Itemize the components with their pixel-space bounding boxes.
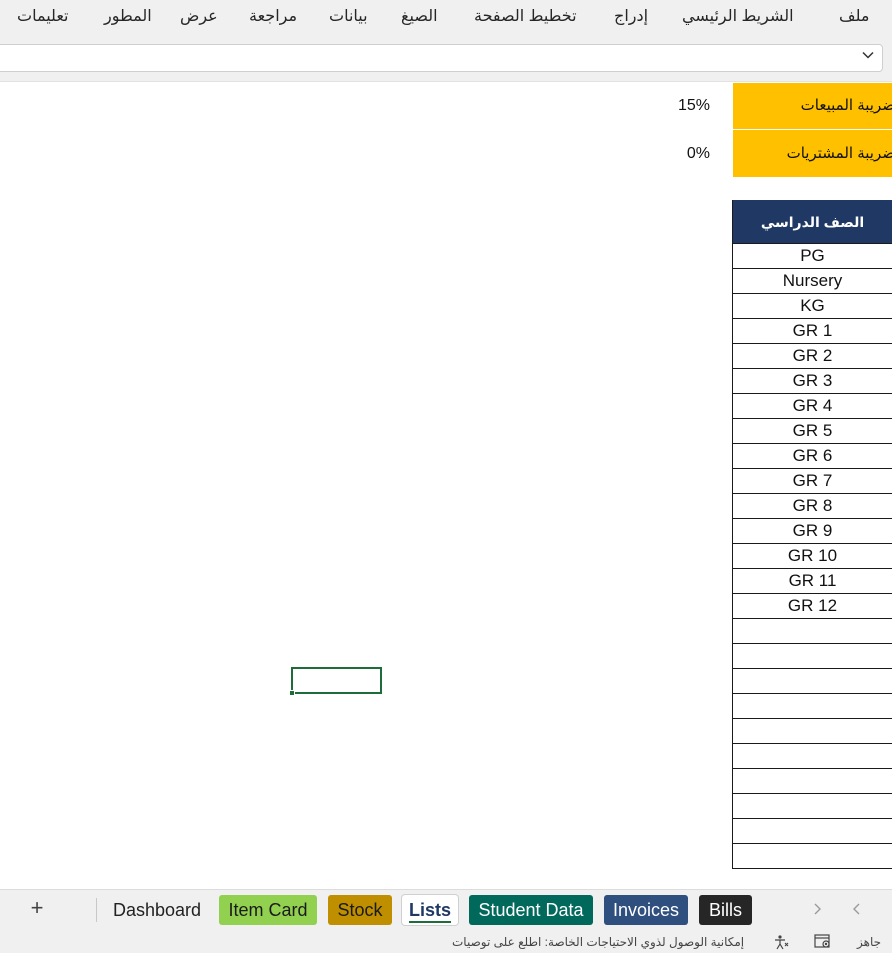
- grade-cell[interactable]: [733, 794, 892, 819]
- tab-divider: [96, 898, 97, 922]
- grade-cell[interactable]: [733, 694, 892, 719]
- tab-lists[interactable]: Lists: [402, 895, 458, 925]
- formula-bar: [0, 38, 892, 82]
- tab-page-layout[interactable]: تخطيط الصفحة: [474, 6, 577, 26]
- add-sheet-button[interactable]: +: [26, 896, 48, 922]
- tab-insert[interactable]: إدراج: [614, 6, 648, 26]
- tab-home[interactable]: الشريط الرئيسي: [682, 6, 794, 26]
- grade-column: الصف الدراسي PG Nursery KG GR 1 GR 2 GR 3 GR 4…: [732, 200, 892, 869]
- accessibility-icon[interactable]: [772, 934, 790, 950]
- grade-cell[interactable]: GR 4: [733, 394, 892, 419]
- chevron-left-icon[interactable]: [848, 900, 866, 918]
- tab-stock[interactable]: Stock: [328, 895, 392, 925]
- tab-item-card[interactable]: Item Card: [219, 895, 317, 925]
- ready-status: جاهز: [857, 935, 882, 949]
- tab-data[interactable]: بيانات: [329, 6, 368, 26]
- grade-cell[interactable]: GR 1: [733, 319, 892, 344]
- active-cell[interactable]: [291, 667, 382, 694]
- grade-cell[interactable]: [733, 819, 892, 844]
- grade-column-header[interactable]: الصف الدراسي: [733, 200, 892, 244]
- grade-cell[interactable]: GR 6: [733, 444, 892, 469]
- grade-cell[interactable]: [733, 744, 892, 769]
- grade-cell[interactable]: GR 2: [733, 344, 892, 369]
- grade-cell[interactable]: [733, 719, 892, 744]
- chevron-right-icon[interactable]: [808, 900, 826, 918]
- purchase-tax-label: ضريبة المشتريات: [733, 130, 892, 177]
- tab-invoices[interactable]: Invoices: [604, 895, 688, 925]
- grade-cell[interactable]: GR 9: [733, 519, 892, 544]
- grade-cell[interactable]: PG: [733, 244, 892, 269]
- sales-tax-label: ضريبة المبيعات: [733, 83, 892, 129]
- grade-cell[interactable]: [733, 644, 892, 669]
- grade-cell[interactable]: GR 7: [733, 469, 892, 494]
- chevron-down-icon[interactable]: [860, 47, 876, 63]
- grade-cell[interactable]: GR 10: [733, 544, 892, 569]
- status-bar: إمكانية الوصول لذوي الاحتياجات الخاصة: ا…: [0, 929, 892, 953]
- tab-developer[interactable]: المطور: [104, 6, 152, 26]
- tab-student-data[interactable]: Student Data: [469, 895, 593, 925]
- grade-cell[interactable]: [733, 769, 892, 794]
- grade-cell[interactable]: GR 11: [733, 569, 892, 594]
- purchase-tax-value[interactable]: 0%: [650, 145, 710, 163]
- sales-tax-value[interactable]: 15%: [650, 97, 710, 115]
- accessibility-status[interactable]: إمكانية الوصول لذوي الاحتياجات الخاصة: ا…: [452, 935, 744, 949]
- grade-cell[interactable]: [733, 619, 892, 644]
- grade-cell[interactable]: [733, 669, 892, 694]
- grade-cell[interactable]: Nursery: [733, 269, 892, 294]
- fill-handle[interactable]: [289, 690, 295, 696]
- tab-formulas[interactable]: الصيغ: [401, 6, 438, 26]
- tab-help[interactable]: تعليمات: [17, 6, 68, 26]
- grade-cell[interactable]: GR 12: [733, 594, 892, 619]
- tab-view[interactable]: عرض: [180, 6, 218, 26]
- tab-review[interactable]: مراجعة: [249, 6, 297, 26]
- grade-cell[interactable]: GR 5: [733, 419, 892, 444]
- grade-cell[interactable]: GR 3: [733, 369, 892, 394]
- grade-cell[interactable]: [733, 844, 892, 869]
- grade-cell[interactable]: KG: [733, 294, 892, 319]
- tab-file[interactable]: ملف: [839, 6, 869, 26]
- tab-dashboard[interactable]: Dashboard: [104, 895, 210, 925]
- formula-input[interactable]: [0, 44, 883, 72]
- macro-record-icon[interactable]: [814, 934, 832, 949]
- tab-bills[interactable]: Bills: [699, 895, 752, 925]
- ribbon-menu: ملف الشريط الرئيسي إدراج تخطيط الصفحة ال…: [0, 0, 892, 38]
- sheet-tab-bar: + Dashboard Item Card Stock Lists Studen…: [0, 889, 892, 929]
- grade-cell[interactable]: GR 8: [733, 494, 892, 519]
